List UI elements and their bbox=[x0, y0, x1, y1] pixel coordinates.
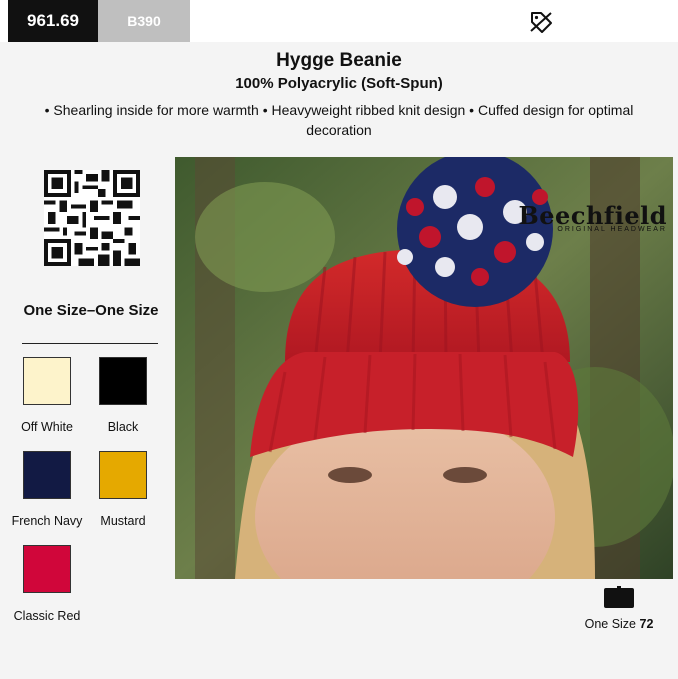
size-stock: One Size 72 bbox=[560, 617, 678, 631]
stock-box-icon bbox=[604, 586, 634, 608]
size-stock-count: 72 bbox=[639, 617, 654, 631]
product-material: 100% Polyacrylic (Soft-Spun) bbox=[235, 75, 443, 92]
size-divider bbox=[22, 343, 158, 344]
swatch-label-black: Black bbox=[107, 420, 139, 434]
swatch-french-navy[interactable] bbox=[23, 451, 71, 499]
product-photo[interactable]: Beechfield ORIGINAL HEADWEAR bbox=[175, 157, 673, 579]
size-stock-label: One Size bbox=[584, 617, 637, 631]
qr-code[interactable] bbox=[44, 170, 140, 266]
tag-discount-icon[interactable] bbox=[528, 10, 554, 34]
swatch-mustard[interactable] bbox=[99, 451, 147, 499]
swatch-classic-red[interactable] bbox=[23, 545, 71, 593]
product-title: Hygge Beanie bbox=[276, 50, 402, 71]
swatch-black[interactable] bbox=[99, 357, 147, 405]
top-bar: 961.69 B390 bbox=[0, 0, 678, 42]
brand-logo: Beechfield ORIGINAL HEADWEAR bbox=[519, 201, 668, 233]
size-heading: One Size–One Size bbox=[23, 302, 159, 319]
product-features: • Shearling inside for more warmth • Hea… bbox=[44, 102, 634, 138]
swatch-off-white[interactable] bbox=[23, 357, 71, 405]
sku-badge: B390 bbox=[98, 0, 190, 42]
swatch-label-mustard: Mustard bbox=[100, 514, 146, 528]
price-badge: 961.69 bbox=[8, 0, 98, 42]
swatch-label-classic-red: Classic Red bbox=[13, 609, 81, 623]
